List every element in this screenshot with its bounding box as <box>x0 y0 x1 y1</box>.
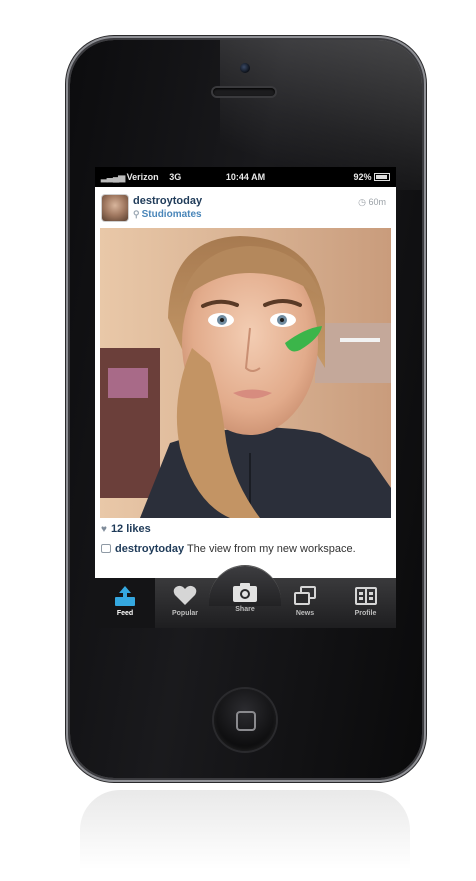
tab-profile-label: Profile <box>354 610 377 617</box>
phone-reflection <box>80 790 410 870</box>
tab-popular-label: Popular <box>171 610 199 617</box>
selfie-image <box>100 228 391 518</box>
tab-popular[interactable]: Popular <box>155 578 215 628</box>
status-time: 10:44 AM <box>225 172 266 182</box>
post-header: destroytoday ⚲ Studiomates ◷ 60m <box>95 187 396 227</box>
caption-text: The view from my new workspace. <box>186 543 356 555</box>
likes-count: 12 likes <box>110 523 151 535</box>
camera-icon <box>233 583 257 602</box>
clock-icon: ◷ <box>358 197 366 207</box>
status-bar: ▂▃▄▅ Verizon 3G 10:44 AM 92% <box>95 167 396 187</box>
profile-icon <box>354 587 377 605</box>
tab-feed[interactable]: Feed <box>95 578 155 628</box>
post-username[interactable]: destroytoday <box>133 195 202 207</box>
news-icon <box>294 586 316 605</box>
tab-profile[interactable]: Profile <box>335 578 396 628</box>
battery-icon <box>374 173 390 181</box>
feed-icon <box>115 586 135 606</box>
post-caption: destroytoday The view from my new worksp… <box>101 543 386 556</box>
tab-bar: Feed Popular Share News Profile <box>95 566 396 628</box>
like-heart-icon: ♥ <box>101 524 107 535</box>
tab-feed-label: Feed <box>116 610 134 617</box>
tab-news[interactable]: News <box>275 578 335 628</box>
likes-row[interactable]: ♥ 12 likes <box>101 523 151 535</box>
earpiece-speaker <box>213 88 275 96</box>
tab-news-label: News <box>295 610 315 617</box>
tab-share-label: Share <box>235 606 255 613</box>
battery-percent: 92% <box>353 172 372 182</box>
post-timestamp: ◷ 60m <box>358 197 386 208</box>
heart-icon <box>173 585 197 605</box>
comment-bubble-icon <box>101 544 111 553</box>
front-camera <box>240 63 250 73</box>
home-button[interactable] <box>214 689 276 751</box>
post-photo[interactable] <box>100 228 391 518</box>
app-screen: ▂▃▄▅ Verizon 3G 10:44 AM 92% destroytoda… <box>95 167 396 628</box>
tab-share[interactable]: Share <box>209 566 281 628</box>
location-label: Studiomates <box>141 209 202 220</box>
home-square-icon <box>236 711 256 731</box>
caption-username[interactable]: destroytoday <box>115 543 184 555</box>
time-ago-label: 60m <box>368 197 386 207</box>
avatar[interactable] <box>102 195 128 221</box>
battery-indicator: 92% <box>353 172 390 182</box>
post-location[interactable]: ⚲ Studiomates <box>133 209 202 220</box>
location-pin-icon: ⚲ <box>133 209 140 219</box>
